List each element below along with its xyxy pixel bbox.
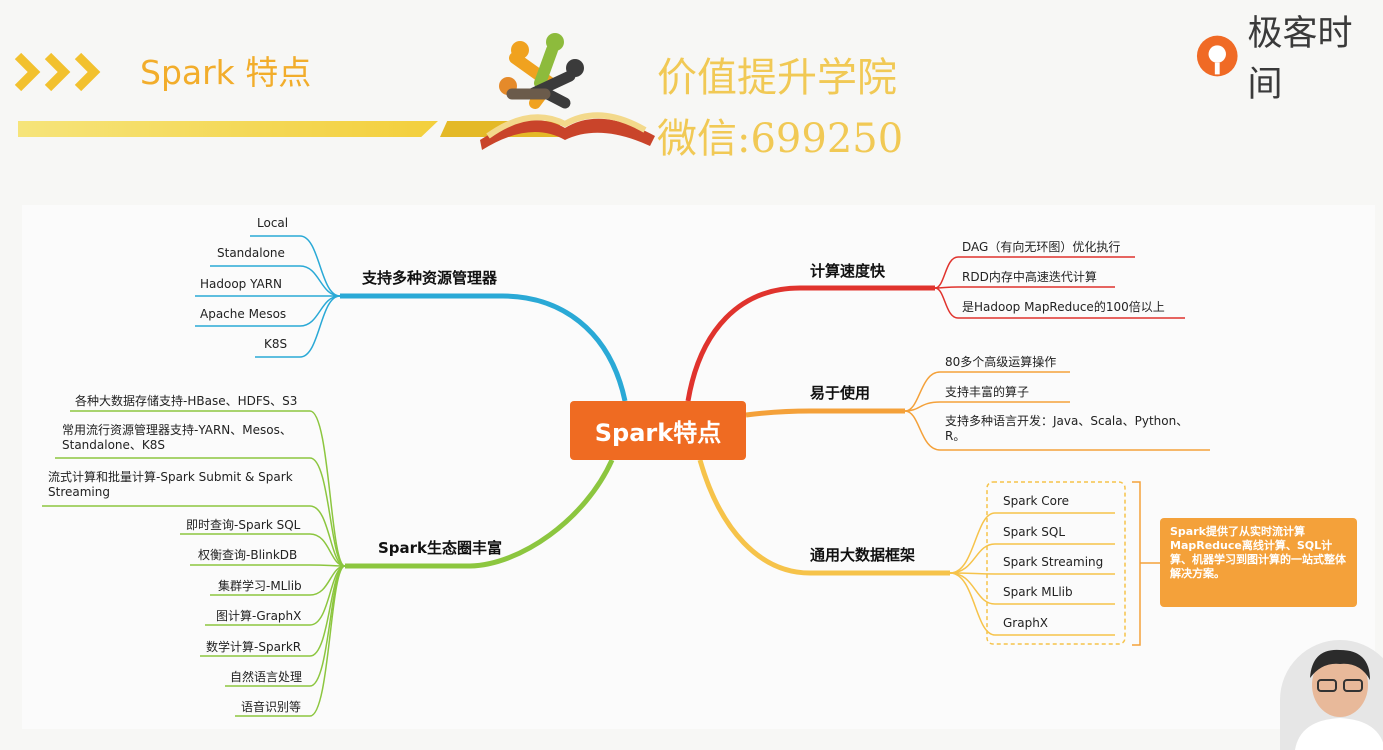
leaf-k8s: K8S xyxy=(264,337,288,351)
leaf-languages: 支持多种语言开发：Java、Scala、Python、R。 xyxy=(945,414,1189,443)
leaf-graphx-fw: GraphX xyxy=(1003,616,1049,630)
leaf-sparkr: 数学计算-SparkR xyxy=(206,640,302,654)
leaf-spark-sql-fw: Spark SQL xyxy=(1003,525,1066,539)
leaf-mllib: 集群学习-MLlib xyxy=(218,579,302,593)
leaf-storage: 各种大数据存储支持-HBase、HDFS、S3 xyxy=(75,394,298,408)
branch-ease: 易于使用 xyxy=(810,384,871,402)
leaf-rdd: RDD内存中高速迭代计算 xyxy=(962,270,1097,284)
branch-framework: 通用大数据框架 xyxy=(810,546,916,564)
leaf-operators: 支持丰富的算子 xyxy=(945,385,1030,399)
leaf-80-ops: 80多个高级运算操作 xyxy=(945,355,1057,369)
branch-speed: 计算速度快 xyxy=(810,262,886,280)
leaf-dag: DAG（有向无环图）优化执行 xyxy=(962,240,1121,254)
leaf-hadoop-yarn: Hadoop YARN xyxy=(200,277,283,291)
leaf-spark-mllib: Spark MLlib xyxy=(1003,585,1073,599)
mindmap-connectors xyxy=(42,235,1210,717)
framework-bracket xyxy=(1132,481,1160,646)
leaf-local: Local xyxy=(257,216,289,230)
leaf-standalone: Standalone xyxy=(217,246,285,260)
leaf-streaming: 流式计算和批量计算-Spark Submit & Spark Streaming xyxy=(48,470,293,499)
leaf-spark-streaming: Spark Streaming xyxy=(1003,555,1104,569)
leaf-blinkdb: 权衡查询-BlinkDB xyxy=(198,548,298,562)
leaf-100x: 是Hadoop MapReduce的100倍以上 xyxy=(962,300,1165,314)
branch-ecosystem: Spark生态圈丰富 xyxy=(378,539,503,557)
framework-note: Spark提供了从实时流计算 MapReduce离线计算、SQL计算、机器学习到… xyxy=(1160,518,1357,607)
branch-resource-managers: 支持多种资源管理器 xyxy=(362,269,498,287)
leaf-apache-mesos: Apache Mesos xyxy=(200,307,287,321)
leaf-speech: 语音识别等 xyxy=(241,700,302,714)
branch-line-ease xyxy=(745,408,905,418)
leaf-resource-support: 常用流行资源管理器支持-YARN、Mesos、Standalone、K8S xyxy=(62,423,292,452)
leaf-spark-sql: 即时查询-Spark SQL xyxy=(186,518,301,532)
center-node: Spark特点 xyxy=(570,401,746,460)
leaf-nlp: 自然语言处理 xyxy=(230,670,303,684)
leaf-spark-core: Spark Core xyxy=(1003,494,1070,508)
leaf-graphx: 图计算-GraphX xyxy=(216,609,302,623)
branch-line-resource xyxy=(340,293,628,402)
